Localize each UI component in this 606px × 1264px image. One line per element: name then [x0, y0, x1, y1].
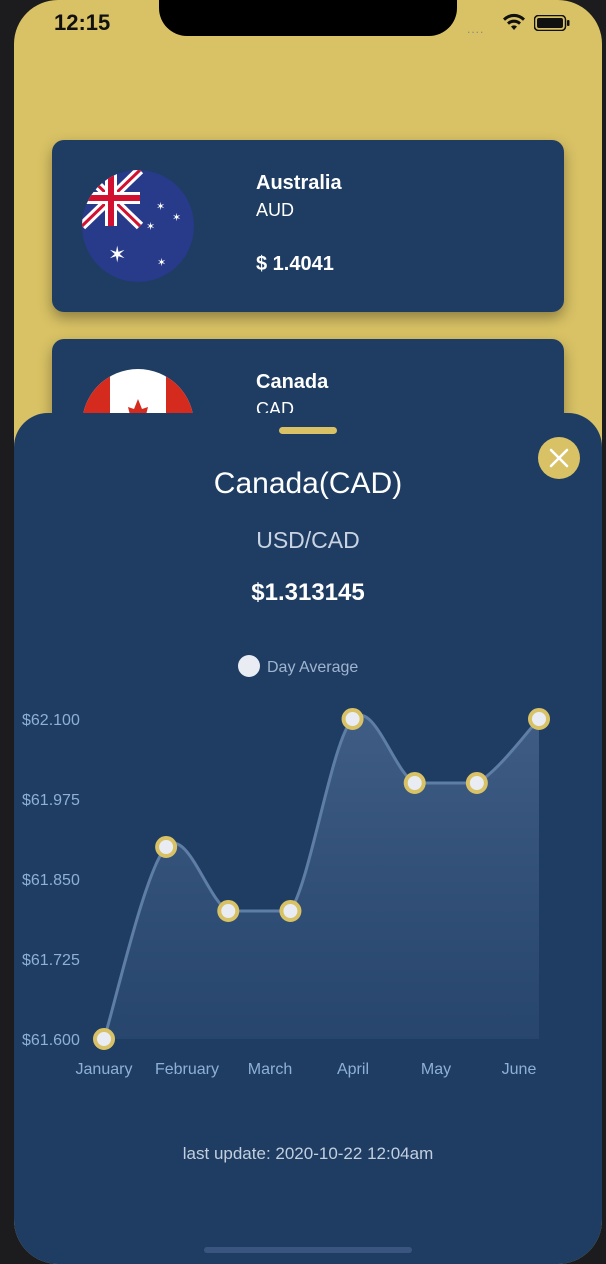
card-currency-code: AUD: [256, 200, 295, 220]
wifi-icon: [503, 13, 525, 30]
y-tick-label: $61.850: [22, 872, 80, 889]
line-chart: $62.100 $61.975 $61.850 $61.725 $61.600 Janua…: [22, 708, 550, 1078]
y-tick-label: $61.600: [22, 1032, 80, 1049]
data-point[interactable]: [93, 1028, 115, 1050]
battery-icon: [534, 15, 570, 31]
x-tick-label: March: [248, 1061, 292, 1078]
australia-flag-icon: ✶ ✶ ✶ ✶ ✶: [82, 170, 194, 282]
svg-text:✶: ✶: [146, 220, 155, 233]
x-tick-label: February: [155, 1061, 219, 1078]
x-tick-label: June: [502, 1061, 537, 1078]
x-tick-label: May: [421, 1061, 451, 1078]
notch: [159, 0, 457, 36]
card-country-name: Australia: [256, 172, 342, 194]
last-update-text: last update: 2020-10-22 12:04am: [182, 1144, 434, 1163]
svg-text:✶: ✶: [156, 200, 165, 213]
svg-text:✶: ✶: [172, 211, 181, 224]
x-tick-label: April: [337, 1061, 369, 1078]
y-tick-label: $61.975: [22, 792, 80, 809]
data-point[interactable]: [403, 772, 426, 794]
data-point[interactable]: [528, 708, 550, 730]
x-tick-label: January: [76, 1061, 133, 1078]
currency-card-australia[interactable]: ✶ ✶ ✶ ✶ ✶ Australia AUD $ 1.4041: [52, 140, 564, 312]
status-time: 12:15: [54, 10, 111, 35]
svg-text:✶: ✶: [157, 256, 166, 269]
card-rate: $ 1.4041: [256, 253, 334, 275]
data-point[interactable]: [465, 772, 488, 794]
home-indicator: [204, 1247, 412, 1253]
y-tick-label: $62.100: [22, 712, 80, 729]
data-point[interactable]: [279, 900, 302, 922]
currency-detail-sheet: Canada(CAD) USD/CAD $1.313145 Day Averag…: [14, 413, 602, 1264]
svg-text:✶: ✶: [108, 243, 126, 268]
data-point[interactable]: [217, 900, 240, 922]
data-point[interactable]: [341, 708, 364, 730]
signal-icon: ....: [467, 22, 485, 36]
data-point[interactable]: [155, 836, 178, 858]
y-tick-label: $61.725: [22, 952, 80, 969]
chart-area-fill: [104, 715, 539, 1039]
card-country-name: Canada: [256, 371, 329, 393]
